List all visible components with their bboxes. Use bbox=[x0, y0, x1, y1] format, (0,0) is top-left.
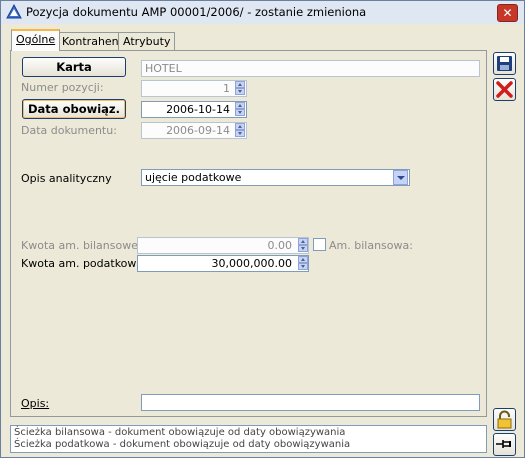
dialog-window: Pozycja dokumentu AMP 00001/2006/ - zost… bbox=[0, 0, 525, 458]
karta-field[interactable]: HOTEL bbox=[141, 60, 480, 77]
status-line-2: Ścieżka podatkowa - dokument obowiązuje … bbox=[14, 439, 351, 450]
numer-pozycji-spinner[interactable] bbox=[235, 81, 245, 96]
tab-atrybuty[interactable]: Atrybuty bbox=[118, 32, 176, 50]
kwota-bilansowa-label: Kwota am. bilansowej: bbox=[21, 239, 145, 252]
tab-label: Ogólne bbox=[16, 33, 56, 46]
numer-pozycji-field[interactable]: 1 bbox=[141, 80, 247, 97]
lock-button[interactable] bbox=[493, 408, 516, 431]
window-title: Pozycja dokumentu AMP 00001/2006/ - zost… bbox=[26, 5, 367, 19]
data-obowiazywania-button[interactable]: Data obowiąz. bbox=[22, 99, 126, 119]
karta-button[interactable]: Karta bbox=[22, 57, 126, 77]
kwota-podatkowa-label: Kwota am. podatkowej: bbox=[21, 257, 150, 270]
floppy-disk-icon bbox=[497, 56, 512, 71]
opis-label: Opis: bbox=[21, 397, 50, 410]
kwota-bilansowa-spinner[interactable] bbox=[298, 238, 308, 253]
title-bar[interactable]: Pozycja dokumentu AMP 00001/2006/ - zost… bbox=[1, 1, 524, 24]
status-info-box: Ścieżka bilansowa - dokument obowiązuje … bbox=[10, 425, 487, 453]
close-x-icon bbox=[496, 81, 513, 98]
data-dokumentu-label: Data dokumentu: bbox=[21, 124, 117, 137]
opis-analityczny-label: Opis analityczny bbox=[21, 172, 112, 185]
am-bilansowa-checkbox[interactable] bbox=[313, 238, 326, 251]
numer-pozycji-label: Numer pozycji: bbox=[21, 81, 104, 94]
opis-field[interactable] bbox=[141, 394, 480, 411]
pin-icon bbox=[496, 440, 511, 448]
data-dokumentu-spinner[interactable] bbox=[235, 123, 245, 138]
save-button[interactable] bbox=[493, 52, 516, 75]
close-button[interactable]: ✕ bbox=[497, 4, 518, 22]
cancel-button[interactable] bbox=[493, 78, 516, 101]
tab-label: Atrybuty bbox=[123, 35, 171, 48]
padlock-icon bbox=[497, 410, 512, 429]
am-bilansowa-label: Am. bilansowa: bbox=[329, 239, 413, 252]
status-line-1: Ścieżka bilansowa - dokument obowiązuje … bbox=[14, 427, 346, 438]
kwota-podatkowa-spinner[interactable] bbox=[298, 256, 308, 271]
pin-button[interactable] bbox=[493, 433, 516, 456]
data-dokumentu-field[interactable]: 2006-09-14 bbox=[141, 122, 247, 139]
kwota-bilansowa-field[interactable]: 0.00 bbox=[137, 237, 309, 254]
data-obowiazywania-spinner[interactable] bbox=[235, 102, 245, 117]
tab-ogolne[interactable]: Ogólne bbox=[11, 29, 61, 51]
opis-analityczny-select[interactable]: ujęcie podatkowe bbox=[141, 169, 410, 186]
data-obowiazywania-field[interactable]: 2006-10-14 bbox=[141, 101, 247, 118]
chevron-down-icon[interactable] bbox=[393, 170, 408, 185]
tab-label: Kontrahent bbox=[62, 35, 123, 48]
kwota-podatkowa-field[interactable]: 30,000,000.00 bbox=[137, 255, 309, 272]
app-triangle-icon bbox=[6, 4, 22, 19]
